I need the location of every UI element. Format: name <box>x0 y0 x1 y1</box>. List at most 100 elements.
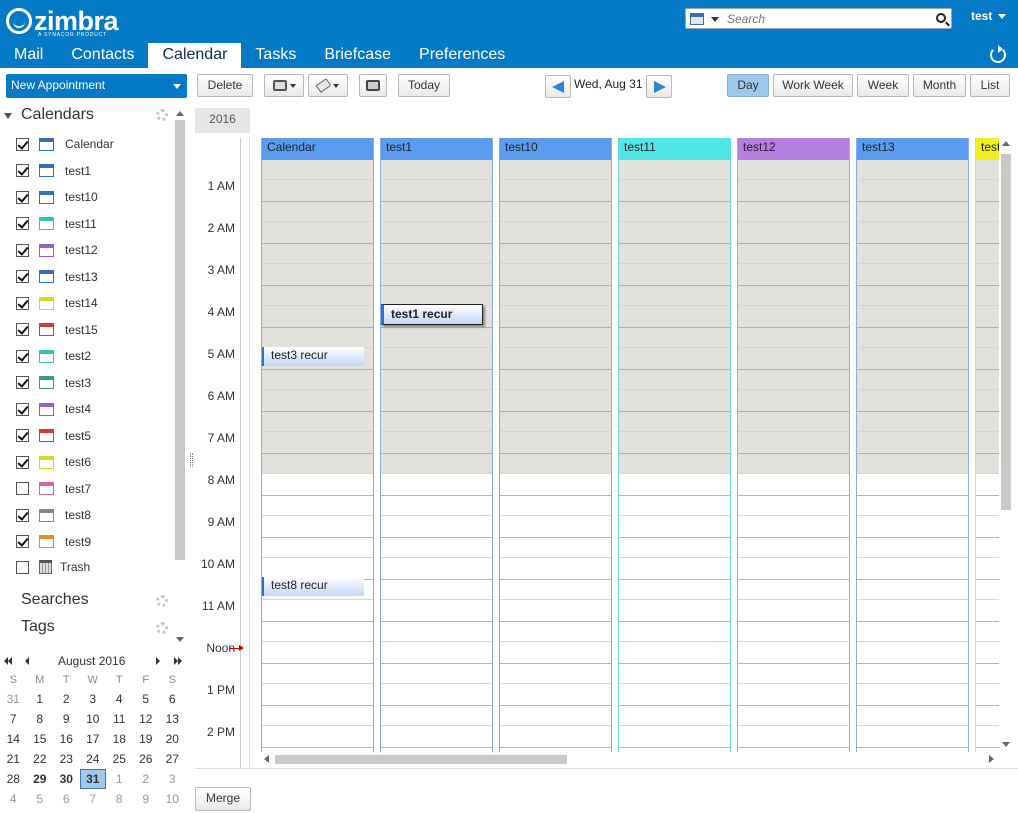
mini-calendar-day[interactable]: 8 <box>106 789 133 809</box>
search-type-calendar-icon[interactable] <box>690 13 704 25</box>
calendar-item[interactable]: test1 <box>16 161 176 181</box>
calendar-item[interactable]: test12 <box>16 240 176 260</box>
view-week-button[interactable]: Week <box>857 74 909 97</box>
tab-preferences[interactable]: Preferences <box>405 43 519 68</box>
grid-vscroll-thumb[interactable] <box>1001 154 1011 510</box>
mini-calendar-day[interactable]: 9 <box>133 789 160 809</box>
tag-button[interactable] <box>308 74 348 97</box>
day-column-header[interactable]: test10 <box>500 138 611 160</box>
calendar-checkbox[interactable] <box>16 535 29 548</box>
mini-calendar-day[interactable]: 10 <box>80 709 107 729</box>
mini-calendar-day[interactable]: 23 <box>53 749 80 769</box>
mini-calendar-day[interactable]: 7 <box>80 789 107 809</box>
mini-calendar-day[interactable]: 4 <box>106 689 133 709</box>
mini-calendar-day[interactable]: 3 <box>159 769 186 789</box>
mini-calendar-day[interactable]: 6 <box>159 689 186 709</box>
appointment[interactable]: test3 recur <box>262 347 364 366</box>
tab-tasks[interactable]: Tasks <box>241 43 310 68</box>
sidebar-scrollbar[interactable] <box>174 110 186 646</box>
day-column[interactable]: Calendar <box>261 138 374 752</box>
day-column[interactable]: test11 <box>618 138 731 752</box>
mini-calendar-day[interactable]: 11 <box>106 709 133 729</box>
calendar-item[interactable]: test2 <box>16 346 176 366</box>
mini-calendar-day[interactable]: 4 <box>0 789 27 809</box>
scroll-left-icon[interactable] <box>264 755 269 763</box>
prev-year-icon-b[interactable] <box>8 657 12 665</box>
calendar-checkbox[interactable] <box>16 402 29 416</box>
calendar-item[interactable]: test8 <box>16 505 176 525</box>
calendar-item[interactable]: Calendar <box>16 134 176 154</box>
calendar-item[interactable]: test6 <box>16 452 176 472</box>
mini-calendar-day[interactable]: 2 <box>53 689 80 709</box>
calendar-item[interactable]: test9 <box>16 532 176 552</box>
day-column[interactable]: test13 <box>856 138 969 752</box>
view-work-week-button[interactable]: Work Week <box>773 74 853 97</box>
calendar-checkbox[interactable] <box>16 455 29 469</box>
next-year-icon-b[interactable] <box>178 657 182 665</box>
day-column-header[interactable]: test14 <box>976 138 999 160</box>
grid-horizontal-scrollbar[interactable] <box>261 752 999 766</box>
calendar-item[interactable]: test4 <box>16 399 176 419</box>
mini-calendar-day[interactable]: 30 <box>53 769 80 789</box>
collapse-triangle-icon[interactable] <box>4 113 12 119</box>
calendar-checkbox[interactable] <box>16 270 29 283</box>
tab-mail[interactable]: Mail <box>0 43 57 68</box>
merge-button[interactable]: Merge <box>195 787 251 811</box>
mini-calendar-day[interactable]: 8 <box>27 709 54 729</box>
mini-calendar-day[interactable]: 18 <box>106 729 133 749</box>
calendar-item[interactable]: test15 <box>16 320 176 340</box>
day-column[interactable]: test12 <box>737 138 850 752</box>
scroll-up-icon[interactable] <box>176 111 184 116</box>
calendar-checkbox[interactable] <box>16 323 29 336</box>
calendar-item[interactable]: test14 <box>16 293 176 313</box>
calendar-checkbox[interactable] <box>16 376 29 389</box>
mini-calendar-day[interactable]: 10 <box>159 789 186 809</box>
day-grid[interactable]: Calendar test1 test10 test11 test12 test13 tes… <box>261 138 999 752</box>
calendar-checkbox[interactable] <box>16 349 29 363</box>
searches-gear-icon[interactable] <box>156 595 168 607</box>
search-input[interactable] <box>727 11 927 26</box>
mini-calendar-day[interactable]: 9 <box>53 709 80 729</box>
next-month-icon[interactable] <box>156 657 160 665</box>
calendar-item-trash[interactable]: Trash <box>16 557 176 577</box>
print-options-button[interactable] <box>264 74 304 97</box>
mini-calendar-day[interactable]: 28 <box>0 769 27 789</box>
calendar-item[interactable]: test10 <box>16 187 176 207</box>
view-day-button[interactable]: Day <box>727 74 769 97</box>
mini-calendar-day[interactable]: 15 <box>27 729 54 749</box>
calendar-checkbox[interactable] <box>16 482 29 495</box>
tags-header[interactable]: Tags <box>21 618 55 636</box>
mini-calendar-day[interactable]: 3 <box>80 689 107 709</box>
mini-calendar-day[interactable]: 21 <box>0 749 27 769</box>
calendar-item[interactable]: test3 <box>16 373 176 393</box>
prev-month-icon[interactable] <box>25 657 29 665</box>
calendar-item[interactable]: test5 <box>16 426 176 446</box>
scroll-down-icon[interactable] <box>1002 742 1010 747</box>
mini-calendar-day[interactable]: 31 <box>0 689 27 709</box>
view-month-button[interactable]: Month <box>913 74 966 97</box>
mini-calendar-day[interactable]: 17 <box>80 729 107 749</box>
calendars-header[interactable]: Calendars <box>21 106 94 124</box>
day-column[interactable]: test1 <box>380 138 493 752</box>
view-list-button[interactable]: List <box>970 74 1010 97</box>
mini-calendar-day[interactable]: 2 <box>133 769 160 789</box>
scroll-down-icon[interactable] <box>176 637 184 642</box>
delete-button[interactable]: Delete <box>197 74 253 97</box>
appointment[interactable]: test8 recur <box>262 577 364 596</box>
new-appointment-button[interactable]: New Appointment <box>6 74 187 98</box>
tab-briefcase[interactable]: Briefcase <box>310 43 405 68</box>
tab-calendar[interactable]: Calendar <box>148 43 242 68</box>
day-column[interactable]: test14 <box>975 138 999 752</box>
mini-calendar-day[interactable]: 29 <box>27 769 54 789</box>
calendar-checkbox[interactable] <box>16 137 29 151</box>
mini-calendar-day[interactable]: 14 <box>0 729 27 749</box>
scroll-up-icon[interactable] <box>1002 141 1010 146</box>
new-appointment-caret-icon[interactable] <box>173 84 181 89</box>
user-menu[interactable]: test <box>971 9 1007 23</box>
refresh-icon[interactable] <box>990 45 1006 63</box>
search-type-dropdown-icon[interactable] <box>711 17 719 22</box>
calendar-checkbox[interactable] <box>16 296 29 310</box>
mini-calendar-day[interactable]: 19 <box>133 729 160 749</box>
calendar-checkbox[interactable] <box>16 164 29 177</box>
calendar-checkbox[interactable] <box>16 190 29 204</box>
